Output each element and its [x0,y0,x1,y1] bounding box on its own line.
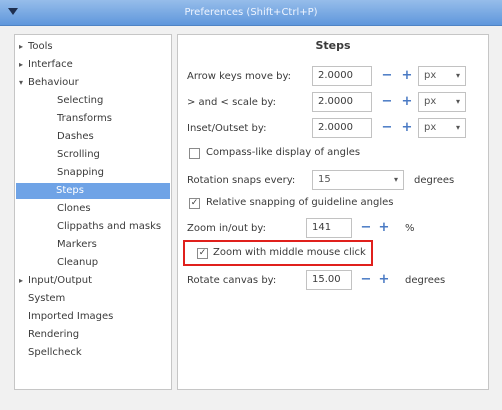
scale-by-minus-button[interactable]: − [379,93,395,111]
rotate-canvas-unit: degrees [405,275,446,286]
arrow-keys-label: Arrow keys move by: [187,71,292,82]
tree-item-transforms[interactable]: Transforms [57,111,112,127]
inset-outset-plus-button[interactable]: + [399,119,415,137]
tree-item-interface[interactable]: ▸ Interface [19,57,73,73]
chevron-down-icon: ▾ [393,175,398,184]
rotation-snaps-label: Rotation snaps every: [187,175,296,186]
arrow-keys-plus-button[interactable]: + [399,67,415,85]
tree-item-behaviour[interactable]: ▾ Behaviour [19,75,79,91]
zoom-in-out-plus-button[interactable]: + [376,219,392,237]
tree-item-system[interactable]: System [28,291,65,307]
steps-panel: Steps Arrow keys move by: 2.0000 − + px ▾… [177,34,489,390]
tree-item-input-output[interactable]: ▸ Input/Output [19,273,92,289]
inset-outset-unit-select[interactable]: px ▾ [418,118,466,138]
tree-item-clippaths-and-masks[interactable]: Clippaths and masks [57,219,161,235]
title-bar[interactable]: Preferences (Shift+Ctrl+P) [0,0,502,26]
tree-item-clones[interactable]: Clones [57,201,91,217]
tree-item-imported-images[interactable]: Imported Images [28,309,113,325]
tree-item-cleanup[interactable]: Cleanup [57,255,98,271]
scale-by-label: > and < scale by: [187,97,276,108]
collapse-arrow-icon[interactable]: ▾ [19,75,28,91]
relative-snapping-checkbox[interactable]: ✓ [189,198,200,209]
tree-item-scrolling[interactable]: Scrolling [57,147,100,163]
scale-by-input[interactable]: 2.0000 [312,92,372,112]
rotate-canvas-plus-button[interactable]: + [376,271,392,289]
highlight-box [183,240,373,266]
rotation-snaps-select[interactable]: 15 ▾ [312,170,404,190]
rotate-canvas-input[interactable]: 15.00 [306,270,352,290]
zoom-in-out-input[interactable]: 141 [306,218,352,238]
rotate-canvas-minus-button[interactable]: − [358,271,374,289]
tree-item-rendering[interactable]: Rendering [28,327,79,343]
chevron-down-icon: ▾ [455,71,460,80]
relative-snapping-label: Relative snapping of guideline angles [206,197,394,208]
inset-outset-label: Inset/Outset by: [187,123,267,134]
tree-item-snapping[interactable]: Snapping [57,165,104,181]
tree-item-dashes[interactable]: Dashes [57,129,94,145]
arrow-keys-unit-select[interactable]: px ▾ [418,66,466,86]
scale-by-plus-button[interactable]: + [399,93,415,111]
scale-by-unit-select[interactable]: px ▾ [418,92,466,112]
tree-item-steps[interactable]: Steps [16,183,170,199]
arrow-keys-input[interactable]: 2.0000 [312,66,372,86]
preferences-window: Preferences (Shift+Ctrl+P) ▸ Tools ▸ Inter… [0,0,502,410]
tree-item-spellcheck[interactable]: Spellcheck [28,345,82,361]
compass-checkbox[interactable] [189,148,200,159]
compass-label: Compass-like display of angles [206,147,361,158]
tree-item-markers[interactable]: Markers [57,237,97,253]
expand-arrow-icon[interactable]: ▸ [19,57,28,73]
arrow-keys-minus-button[interactable]: − [379,67,395,85]
inset-outset-minus-button[interactable]: − [379,119,395,137]
panel-title: Steps [315,39,351,52]
chevron-down-icon: ▾ [455,123,460,132]
preferences-tree[interactable]: ▸ Tools ▸ Interface ▾ Behaviour Selecting T… [14,34,172,390]
rotate-canvas-label: Rotate canvas by: [187,275,277,286]
tree-item-selecting[interactable]: Selecting [57,93,103,109]
expand-arrow-icon[interactable]: ▸ [19,39,28,55]
inset-outset-input[interactable]: 2.0000 [312,118,372,138]
tree-item-tools[interactable]: ▸ Tools [19,39,53,55]
rotation-snaps-unit: degrees [414,175,455,186]
window-title: Preferences (Shift+Ctrl+P) [184,7,318,18]
zoom-in-out-unit: % [405,223,415,234]
expand-arrow-icon[interactable]: ▸ [19,273,28,289]
chevron-down-icon: ▾ [455,97,460,106]
zoom-in-out-minus-button[interactable]: − [358,219,374,237]
zoom-in-out-label: Zoom in/out by: [187,223,266,234]
